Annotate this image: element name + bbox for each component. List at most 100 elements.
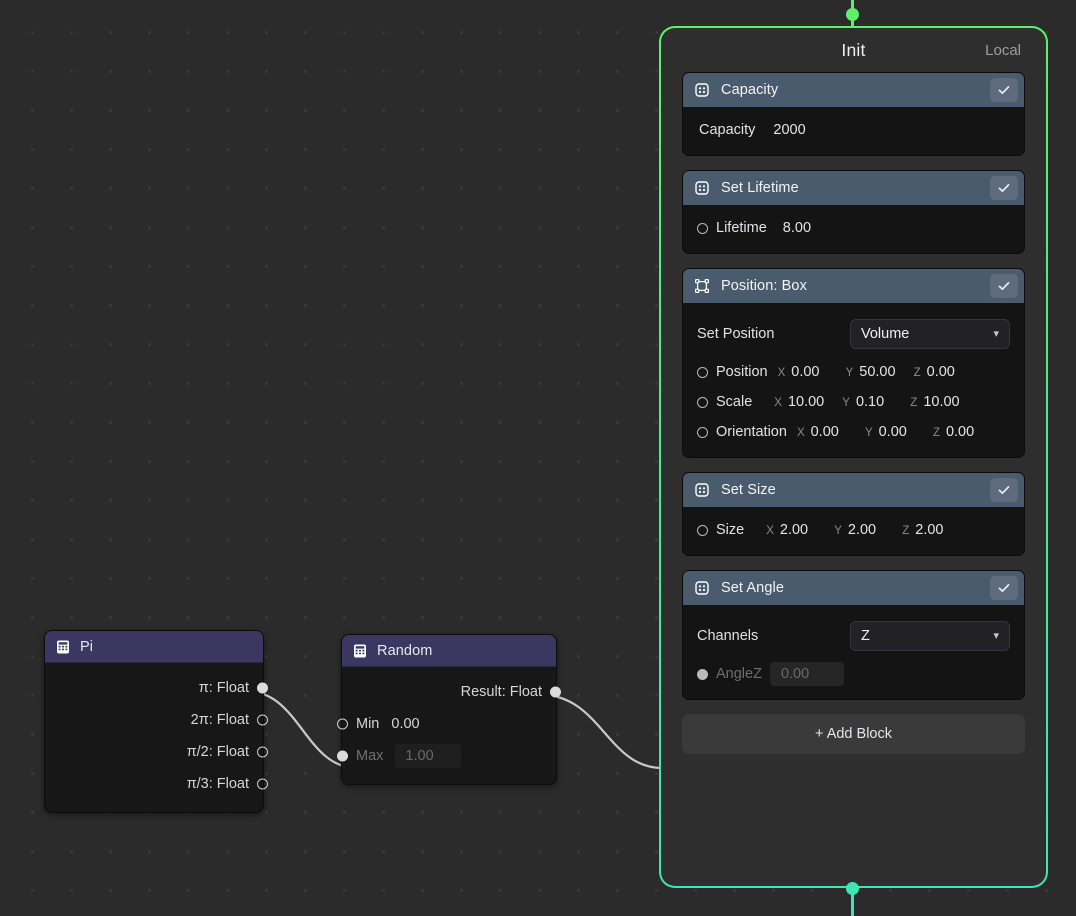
flow-port-top[interactable] [846, 8, 859, 21]
transform-box-icon [694, 278, 710, 294]
block-set-angle-header[interactable]: Set Angle [683, 571, 1024, 605]
port-value-min[interactable]: 0.00 [391, 716, 419, 732]
row-position-x[interactable]: X 0.00 [778, 364, 846, 380]
block-position-box-header[interactable]: Position: Box [683, 269, 1024, 303]
block-set-size[interactable]: Set Size Size X 2.00 Y 2.00 Z 2.00 [682, 472, 1025, 556]
row-size[interactable]: Size X 2.00 Y 2.00 Z 2.00 [683, 515, 1024, 545]
port-label-max: Max [356, 748, 384, 764]
wire-random-to-init [540, 693, 664, 770]
check-icon [998, 486, 1010, 495]
row-position-z-value: 0.00 [926, 364, 955, 380]
port-label-pi-half: π/2: Float [186, 744, 249, 760]
row-size-z[interactable]: Z 2.00 [902, 522, 970, 538]
port-row-pi-half[interactable]: π/2: Float [45, 736, 268, 768]
port-field-max[interactable]: 1.00 [395, 744, 462, 768]
node-random-body: Result: Float Min 0.00 Max 1.00 [337, 667, 561, 784]
row-scale-z[interactable]: Z 10.00 [910, 394, 978, 410]
row-size-x[interactable]: X 2.00 [766, 522, 834, 538]
node-pi-title: Pi [80, 638, 94, 655]
block-set-lifetime-header[interactable]: Set Lifetime [683, 171, 1024, 205]
axis-label-y: Y [845, 367, 854, 379]
row-position-y[interactable]: Y 50.00 [846, 364, 914, 380]
axis-label-y: Y [864, 427, 873, 439]
port-dot-pi-half[interactable] [257, 746, 268, 758]
row-position[interactable]: Position X 0.00 Y 50.00 Z 0.00 [683, 357, 1024, 387]
port-row-result[interactable]: Result: Float [342, 676, 561, 708]
axis-label-z: Z [910, 397, 918, 409]
block-position-box[interactable]: Position: Box Set Position Volume ▾ Posi… [682, 268, 1025, 458]
row-anglez-field[interactable]: 0.00 [769, 662, 844, 686]
row-capacity-value[interactable]: 2000 [773, 122, 805, 138]
row-scale-x[interactable]: X 10.00 [774, 394, 842, 410]
port-row-max[interactable]: Max 1.00 [337, 740, 556, 772]
row-orientation[interactable]: Orientation X 0.00 Y 0.00 Z 0.00 [683, 417, 1024, 447]
set-position-dropdown[interactable]: Volume ▾ [850, 319, 1010, 349]
block-position-box-enable-toggle[interactable] [990, 274, 1018, 298]
port-row-min[interactable]: Min 0.00 [337, 708, 556, 740]
block-set-size-header[interactable]: Set Size [683, 473, 1024, 507]
add-block-button[interactable]: + Add Block [682, 714, 1025, 754]
row-size-label: Size [716, 522, 745, 538]
block-set-angle-body: Channels Z ▾ AngleZ 0.00 [683, 605, 1024, 699]
node-random-title: Random [377, 642, 433, 659]
port-dot-max[interactable] [337, 750, 348, 762]
block-set-angle-enable-toggle[interactable] [990, 576, 1018, 600]
port-row-pi-third[interactable]: π/3: Float [45, 768, 268, 800]
block-set-lifetime-enable-toggle[interactable] [990, 176, 1018, 200]
port-row-pi[interactable]: π: Float [45, 672, 268, 704]
row-size-x-value: 2.00 [779, 522, 809, 538]
row-scale-port[interactable] [697, 396, 708, 408]
row-position-z[interactable]: Z 0.00 [914, 364, 982, 380]
block-dots-icon [694, 180, 710, 196]
port-row-2pi[interactable]: 2π: Float [45, 704, 268, 736]
block-set-angle[interactable]: Set Angle Channels Z ▾ AngleZ 0.00 [682, 570, 1025, 700]
row-lifetime-port[interactable] [697, 222, 708, 234]
row-orientation-port[interactable] [697, 426, 708, 438]
row-position-port[interactable] [697, 366, 708, 378]
row-lifetime-value[interactable]: 8.00 [783, 220, 811, 236]
row-anglez-port[interactable] [697, 668, 708, 680]
row-orientation-y-value: 0.00 [878, 424, 907, 440]
row-lifetime[interactable]: Lifetime 8.00 [683, 213, 1024, 243]
row-anglez[interactable]: AngleZ 0.00 [683, 659, 1024, 689]
row-size-port[interactable] [697, 524, 708, 536]
row-scale[interactable]: Scale X 10.00 Y 0.10 Z 10.00 [683, 387, 1024, 417]
axis-label-z: Z [932, 427, 940, 439]
check-icon [998, 584, 1010, 593]
block-capacity-title: Capacity [721, 82, 779, 98]
port-dot-2pi[interactable] [257, 714, 268, 726]
row-capacity[interactable]: Capacity 2000 [683, 115, 1024, 145]
port-dot-pi[interactable] [257, 682, 268, 694]
node-random[interactable]: Random Result: Float Min 0.00 Max 1.00 [337, 634, 561, 785]
chevron-down-icon: ▾ [993, 327, 999, 340]
row-orientation-y[interactable]: Y 0.00 [865, 424, 933, 440]
port-dot-min[interactable] [337, 718, 348, 730]
node-pi[interactable]: Pi π: Float 2π: Float π/2: Float π/3: Fl… [44, 630, 268, 813]
port-label-pi: π: Float [198, 680, 249, 696]
block-set-size-enable-toggle[interactable] [990, 478, 1018, 502]
system-space-label[interactable]: Local [985, 42, 1021, 59]
axis-label-x: X [777, 367, 786, 379]
axis-label-x: X [766, 525, 774, 537]
block-capacity-body: Capacity 2000 [683, 107, 1024, 155]
block-capacity[interactable]: Capacity Capacity 2000 [682, 72, 1025, 156]
block-set-lifetime[interactable]: Set Lifetime Lifetime 8.00 [682, 170, 1025, 254]
row-scale-y[interactable]: Y 0.10 [842, 394, 910, 410]
port-dot-result[interactable] [550, 686, 561, 698]
block-set-size-title: Set Size [721, 482, 776, 498]
channels-dropdown[interactable]: Z ▾ [850, 621, 1010, 651]
block-set-lifetime-title: Set Lifetime [721, 180, 799, 196]
row-orientation-x[interactable]: X 0.00 [797, 424, 865, 440]
row-anglez-value: 0.00 [780, 666, 810, 682]
flow-port-bottom[interactable] [846, 882, 859, 895]
port-dot-pi-third[interactable] [257, 778, 268, 790]
node-random-header[interactable]: Random [342, 635, 556, 667]
row-size-y[interactable]: Y 2.00 [834, 522, 902, 538]
block-capacity-enable-toggle[interactable] [990, 78, 1018, 102]
block-capacity-header[interactable]: Capacity [683, 73, 1024, 107]
system-panel-init[interactable]: Init Local Capacity Capacity 2000 Set Li… [659, 26, 1048, 888]
axis-label-x: X [774, 397, 782, 409]
node-graph-canvas[interactable]: Pi π: Float 2π: Float π/2: Float π/3: Fl… [0, 0, 1076, 916]
row-orientation-z[interactable]: Z 0.00 [933, 424, 1001, 440]
node-pi-header[interactable]: Pi [45, 631, 263, 663]
